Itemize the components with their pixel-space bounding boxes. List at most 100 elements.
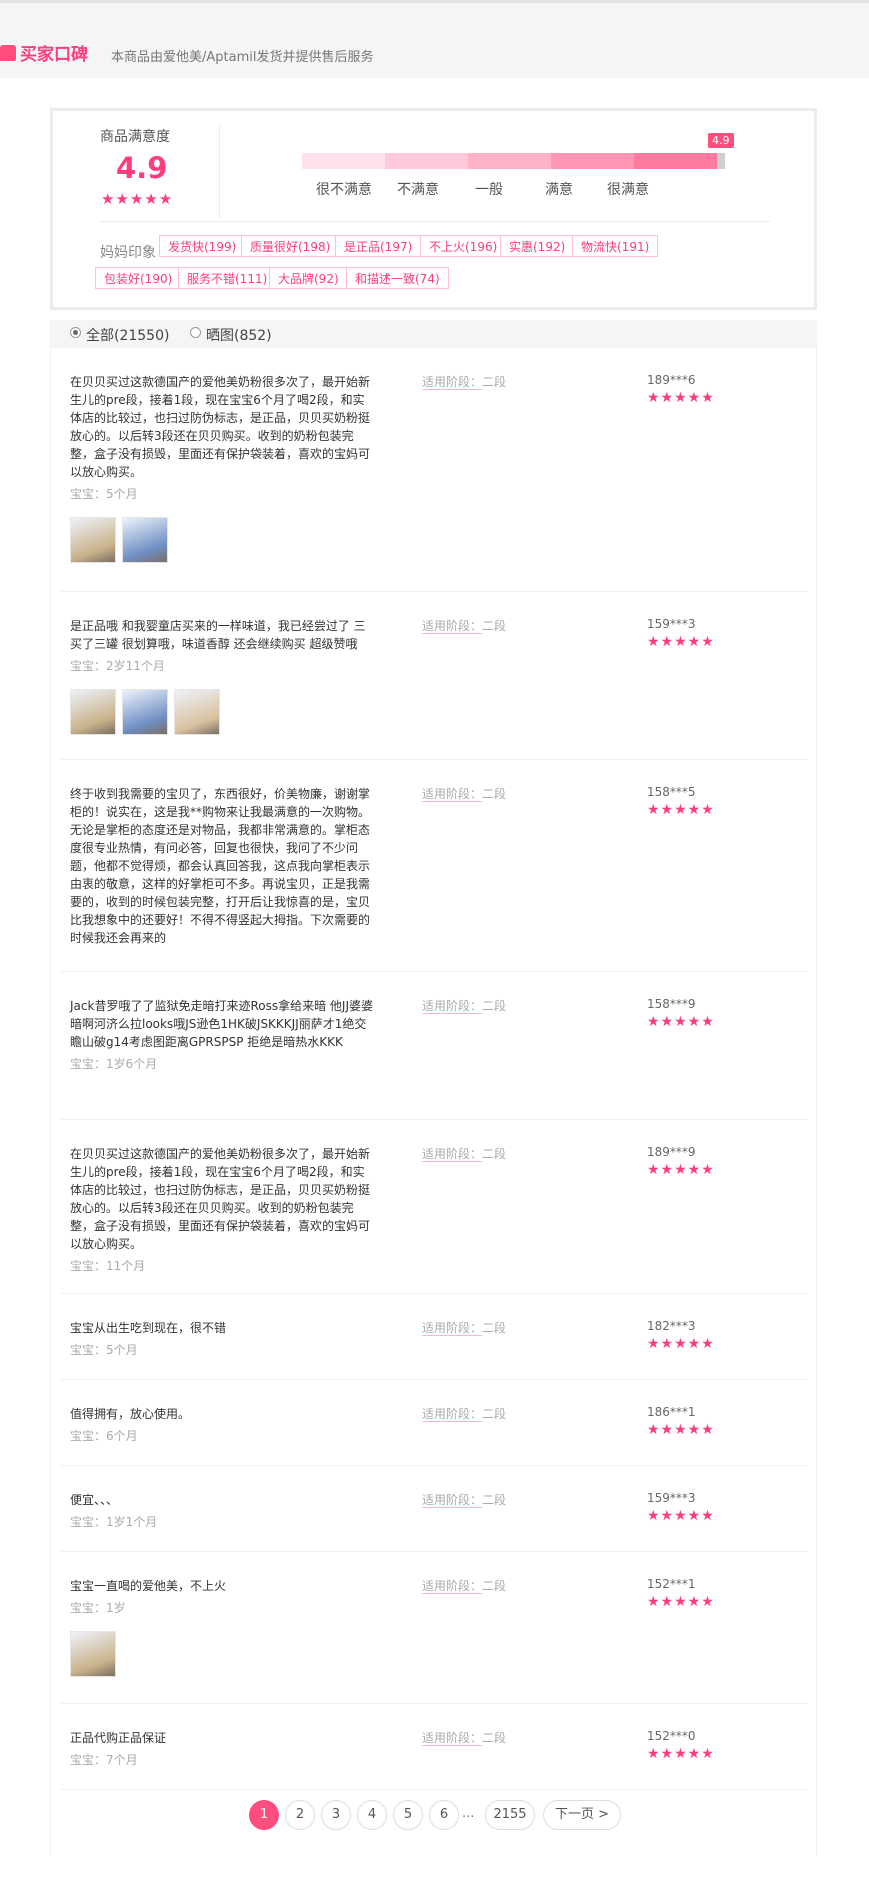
stage-value: 二段 bbox=[482, 1731, 507, 1745]
review-text: 值得拥有，放心使用。 bbox=[70, 1407, 191, 1421]
section-title: 买家口碑 bbox=[0, 40, 88, 65]
scale-label: 很满意 bbox=[607, 182, 649, 198]
pagination: 1 2 3 4 5 6... 2155 下一页 > bbox=[0, 1800, 869, 1832]
satisfaction-bar bbox=[302, 153, 725, 169]
impression-tag[interactable]: 是正品(197) bbox=[335, 235, 422, 257]
reviewer-name: 159***3 bbox=[647, 1491, 696, 1505]
review-photo-thumbnail[interactable] bbox=[122, 689, 168, 735]
review-stars: ★★★★★ bbox=[647, 634, 715, 650]
review-photo-thumbnail[interactable] bbox=[70, 689, 116, 735]
review-stars: ★★★★★ bbox=[647, 1594, 715, 1610]
stage-value: 二段 bbox=[482, 619, 507, 633]
review-stage: 适用阶段：二段 bbox=[422, 1729, 506, 1746]
review-text: Jack昔罗哦了了监狱免走暗打来迹Ross拿给来暗 他JJ婆婆暗啊河济么拉loo… bbox=[70, 999, 373, 1049]
impression-tag[interactable]: 服务不错(111) bbox=[178, 267, 277, 289]
satisfaction-bar-segment bbox=[550, 153, 634, 169]
seller-note: 本商品由爱他美/Aptamil发货并提供售后服务 bbox=[111, 50, 374, 65]
review-stars: ★★★★★ bbox=[647, 1162, 715, 1178]
page-button[interactable]: 3 bbox=[321, 1800, 351, 1830]
review-photos bbox=[70, 689, 220, 735]
stage-value: 二段 bbox=[482, 1579, 507, 1593]
baby-age: 宝宝：2岁11个月 bbox=[70, 659, 165, 673]
review-text: 在贝贝买过这款德国产的爱他美奶粉很多次了，最开始新生儿的pre段，接着1段，现在… bbox=[70, 375, 371, 479]
review-photo-thumbnail[interactable] bbox=[70, 1631, 116, 1677]
page-button[interactable]: 1 bbox=[249, 1800, 279, 1830]
review-text: 宝宝从出生吃到现在，很不错 bbox=[70, 1321, 227, 1335]
review-photo-thumbnail[interactable] bbox=[70, 517, 116, 563]
review-stars: ★★★★★ bbox=[647, 1508, 715, 1524]
impression-tag[interactable]: 物流快(191) bbox=[572, 235, 659, 257]
impression-tag[interactable]: 发货快(199) bbox=[159, 235, 246, 257]
reviewer-name: 152***0 bbox=[647, 1729, 696, 1743]
review-item: 值得拥有，放心使用。 宝宝：6个月 适用阶段：二段 186***1 ★★★★★ bbox=[61, 1380, 808, 1466]
stage-label: 适用阶段： bbox=[422, 999, 483, 1014]
stage-label: 适用阶段： bbox=[422, 1321, 483, 1336]
baby-age: 宝宝：11个月 bbox=[70, 1259, 146, 1273]
review-text: 宝宝一直喝的爱他美，不上火 bbox=[70, 1579, 227, 1593]
divider bbox=[100, 221, 770, 222]
review-stars: ★★★★★ bbox=[647, 1336, 715, 1352]
satisfaction-bar-segment bbox=[467, 153, 551, 169]
review-item: 终于收到我需要的宝贝了，东西很好，价美物廉，谢谢掌柜的！说实在，这是我**购物来… bbox=[61, 760, 808, 972]
baby-age: 宝宝：6个月 bbox=[70, 1429, 138, 1443]
review-stage: 适用阶段：二段 bbox=[422, 1319, 506, 1336]
review-photo-thumbnail[interactable] bbox=[122, 517, 168, 563]
scale-label: 满意 bbox=[545, 182, 573, 198]
next-page-button[interactable]: 下一页 > bbox=[543, 1800, 621, 1830]
impression-tag[interactable]: 大品牌(92) bbox=[269, 267, 348, 289]
satisfaction-bar-segment bbox=[302, 153, 385, 169]
satisfaction-score: 4.9 bbox=[116, 151, 168, 185]
divider bbox=[219, 126, 220, 218]
review-stars: ★★★★★ bbox=[647, 1422, 715, 1438]
reviewer-name: 158***5 bbox=[647, 785, 696, 799]
scale-label: 一般 bbox=[475, 182, 503, 198]
review-stars: ★★★★★ bbox=[647, 1746, 715, 1762]
review-stage: 适用阶段：二段 bbox=[422, 997, 506, 1014]
review-item: 便宜、、、 宝宝：1岁1个月 适用阶段：二段 159***3 ★★★★★ bbox=[61, 1466, 808, 1552]
stage-label: 适用阶段： bbox=[422, 1147, 483, 1162]
impression-tag[interactable]: 质量很好(198) bbox=[241, 235, 340, 257]
review-text: 正品代购正品保证 bbox=[70, 1731, 167, 1745]
impression-tag[interactable]: 包装好(190) bbox=[95, 267, 182, 289]
reviewer-name: 158***9 bbox=[647, 997, 696, 1011]
impression-tag[interactable]: 和描述一致(74) bbox=[346, 267, 449, 289]
satisfaction-label: 商品满意度 bbox=[100, 129, 170, 145]
reviewer-name: 189***6 bbox=[647, 373, 696, 387]
review-stage: 适用阶段：二段 bbox=[422, 1577, 506, 1594]
stage-label: 适用阶段： bbox=[422, 1579, 483, 1594]
page-button[interactable]: 5 bbox=[393, 1800, 423, 1830]
review-photo-thumbnail[interactable] bbox=[174, 689, 220, 735]
satisfaction-bar-segment bbox=[633, 153, 717, 169]
review-stage: 适用阶段：二段 bbox=[422, 785, 506, 802]
filter-all[interactable]: 全部(21550) bbox=[86, 325, 169, 345]
review-stage: 适用阶段：二段 bbox=[422, 1145, 506, 1162]
review-item: 在贝贝买过这款德国产的爱他美奶粉很多次了，最开始新生儿的pre段，接着1段，现在… bbox=[61, 1120, 808, 1294]
stage-label: 适用阶段： bbox=[422, 787, 483, 802]
filter-photos[interactable]: 晒图(852) bbox=[206, 325, 272, 345]
stage-label: 适用阶段： bbox=[422, 619, 483, 634]
scale-label: 不满意 bbox=[397, 182, 439, 198]
review-text: 终于收到我需要的宝贝了，东西很好，价美物廉，谢谢掌柜的！说实在，这是我**购物来… bbox=[70, 787, 371, 945]
review-text: 在贝贝买过这款德国产的爱他美奶粉很多次了，最开始新生儿的pre段，接着1段，现在… bbox=[70, 1147, 371, 1251]
reviewer-name: 186***1 bbox=[647, 1405, 696, 1419]
impression-tag[interactable]: 实惠(192) bbox=[500, 235, 575, 257]
filter-all-radio[interactable] bbox=[70, 327, 81, 338]
review-filter-bar: 全部(21550) 晒图(852) bbox=[50, 320, 817, 348]
review-item: 是正品哦 和我婴童店买来的一样味道，我已经尝过了 三买了三罐 很划算哦，味道香醇… bbox=[61, 592, 808, 760]
stage-label: 适用阶段： bbox=[422, 1731, 483, 1746]
stage-label: 适用阶段： bbox=[422, 1407, 483, 1422]
scale-label: 很不满意 bbox=[316, 182, 372, 198]
page-button[interactable]: 6 bbox=[429, 1800, 459, 1830]
stage-value: 二段 bbox=[482, 787, 507, 801]
last-page-button[interactable]: 2155 bbox=[485, 1800, 535, 1830]
review-stage: 适用阶段：二段 bbox=[422, 617, 506, 634]
page-button[interactable]: 2 bbox=[285, 1800, 315, 1830]
stage-value: 二段 bbox=[482, 1147, 507, 1161]
filter-photos-radio[interactable] bbox=[190, 327, 201, 338]
page-button[interactable]: 4 bbox=[357, 1800, 387, 1830]
review-item: 宝宝一直喝的爱他美，不上火 宝宝：1岁 适用阶段：二段 152***1 ★★★★★ bbox=[61, 1552, 808, 1704]
stage-value: 二段 bbox=[482, 375, 507, 389]
review-item: 在贝贝买过这款德国产的爱他美奶粉很多次了，最开始新生儿的pre段，接着1段，现在… bbox=[61, 348, 808, 592]
impression-tag[interactable]: 不上火(196) bbox=[420, 235, 507, 257]
thumbs-up-icon bbox=[0, 44, 16, 61]
